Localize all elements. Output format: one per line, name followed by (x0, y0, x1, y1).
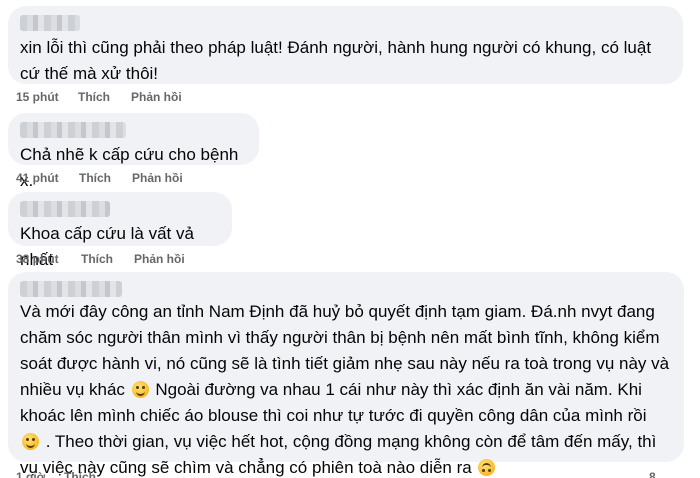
comment-timestamp[interactable]: 15 phút (16, 90, 59, 104)
comment-item: Chả nhẽ k cấp cứu cho bệnh x. 41 phút Th… (8, 113, 308, 191)
comment-actions: 38 phút Thích Phản hồi (8, 252, 308, 272)
comment-bubble: Và mới đây công an tỉnh Nam Định đã huỷ … (8, 272, 684, 477)
like-button[interactable]: Thích (79, 171, 111, 185)
comment-text: Và mới đây công an tỉnh Nam Định đã huỷ … (20, 299, 672, 478)
comment-bubble: xin lỗi thì cũng phải theo pháp luật! Đá… (8, 6, 683, 84)
comment-timestamp[interactable]: 1 giờ (16, 470, 45, 478)
like-button[interactable]: Thích (64, 470, 96, 478)
comment-item: Khoa cấp cứu là vất vả nhất 38 phút Thíc… (8, 192, 308, 272)
comment-actions: 41 phút Thích Phản hồi (8, 171, 308, 191)
slightly-smiling-face-icon (22, 433, 39, 450)
comment-bubble: Khoa cấp cứu là vất vả nhất (8, 192, 232, 269)
comment-item: xin lỗi thì cũng phải theo pháp luật! Đá… (8, 6, 683, 110)
slightly-smiling-face-icon (131, 381, 149, 398)
comment-text: xin lỗi thì cũng phải theo pháp luật! Đá… (20, 38, 652, 83)
reply-button[interactable]: Phản hồi (132, 171, 183, 185)
like-button[interactable]: Thích (78, 90, 110, 104)
comment-timestamp[interactable]: 38 phút (16, 252, 59, 266)
reply-button[interactable]: Phản hồi (131, 90, 182, 104)
comment-author-blurred[interactable] (20, 281, 122, 297)
comment-list: xin lỗi thì cũng phải theo pháp luật! Đá… (0, 0, 700, 478)
comment-actions: 15 phút Thích Phản hồi (8, 90, 308, 110)
comment-author-blurred[interactable] (20, 201, 110, 217)
comment-timestamp[interactable]: 41 phút (16, 171, 59, 185)
comment-item: Và mới đây công an tỉnh Nam Định đã huỷ … (8, 272, 688, 478)
comment-bubble: Chả nhẽ k cấp cứu cho bệnh x. (8, 113, 259, 190)
reaction-count[interactable]: 8 (649, 470, 656, 478)
comment-author-blurred[interactable] (20, 15, 80, 31)
comment-actions: 1 giờ Thích 8 (8, 470, 688, 478)
like-button[interactable]: Thích (81, 252, 113, 266)
reply-button[interactable]: Phản hồi (134, 252, 185, 266)
comment-author-blurred[interactable] (20, 122, 126, 138)
